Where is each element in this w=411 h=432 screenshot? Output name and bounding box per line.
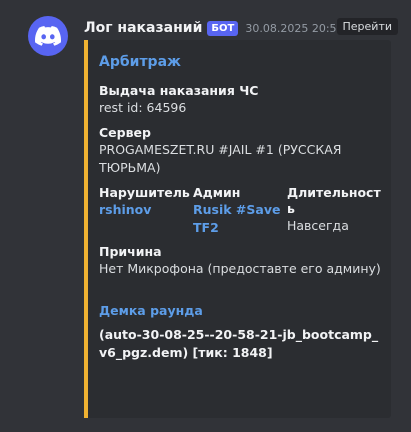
field-server: Сервер PROGAMESZET.RU #JAIL #1 (РУССКАЯ … bbox=[99, 125, 381, 177]
field-reason-value: Нет Микрофона (предоставте его админу) bbox=[99, 261, 381, 276]
field-action: Выдача наказания ЧС rest id: 64596 bbox=[99, 83, 381, 117]
field-server-name: Сервер bbox=[99, 125, 151, 140]
goto-button[interactable]: Перейти bbox=[336, 18, 398, 35]
field-server-value: PROGAMESZET.RU #JAIL #1 (РУССКАЯ ТЮРЬМА) bbox=[99, 142, 342, 175]
field-duration-name: Длительность bbox=[287, 185, 381, 216]
inline-fields-row: Нарушитель rshinov Админ Rusik #SaveTF2 … bbox=[99, 185, 381, 237]
bot-badge: БОТ bbox=[207, 20, 239, 36]
field-duration-value: Навсегда bbox=[287, 218, 349, 233]
field-duration: Длительность Навсегда bbox=[287, 185, 381, 237]
demo-value: (auto-30-08-25--20-58-21-jb_bootcamp_v6_… bbox=[99, 327, 379, 360]
field-action-name: Выдача наказания ЧС bbox=[99, 83, 259, 98]
field-reason: Причина Нет Микрофона (предоставте его а… bbox=[99, 244, 381, 278]
punishment-embed: Арбитраж Выдача наказания ЧС rest id: 64… bbox=[84, 40, 391, 418]
discord-logo-icon bbox=[35, 26, 61, 46]
embed-author: Арбитраж bbox=[99, 54, 181, 70]
field-offender-name: Нарушитель bbox=[99, 185, 190, 200]
username[interactable]: Лог наказаний bbox=[84, 20, 202, 36]
admin-link[interactable]: Rusik #SaveTF2 bbox=[193, 201, 287, 237]
field-reason-name: Причина bbox=[99, 244, 162, 259]
field-admin-name: Админ bbox=[193, 185, 241, 200]
field-offender: Нарушитель rshinov bbox=[99, 185, 193, 237]
bot-avatar[interactable] bbox=[28, 16, 68, 56]
field-action-value: rest id: 64596 bbox=[99, 100, 187, 115]
offender-link[interactable]: rshinov bbox=[99, 201, 193, 219]
demo-title-link[interactable]: Демка раунда bbox=[99, 303, 381, 319]
message-timestamp[interactable]: 30.08.2025 20:58 bbox=[245, 22, 343, 35]
field-admin: Админ Rusik #SaveTF2 bbox=[193, 185, 287, 237]
